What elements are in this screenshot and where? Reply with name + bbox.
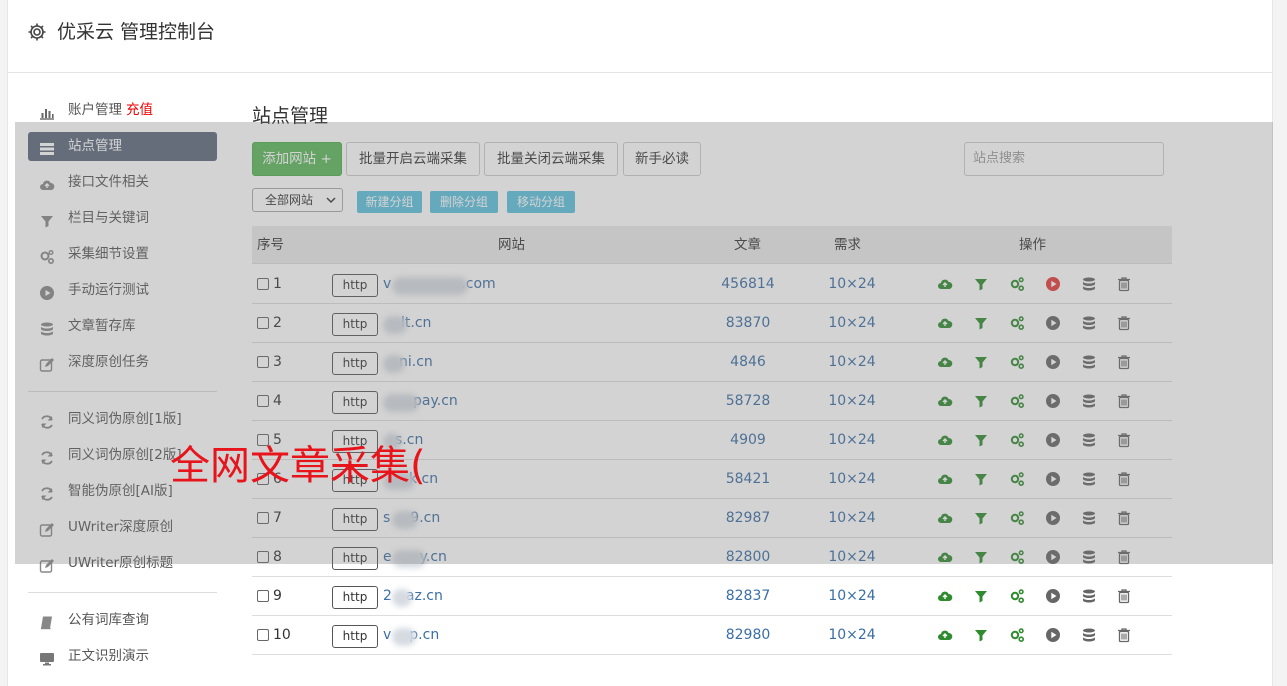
article-count[interactable]: 82980 (698, 616, 798, 655)
play-icon[interactable] (1045, 588, 1061, 604)
header-bar: 优采云 管理控制台 (8, 0, 1272, 73)
sidebar-item-14[interactable]: 公有词库查询 (28, 606, 217, 635)
cloud-upload-icon[interactable] (937, 627, 953, 643)
article-count[interactable]: 82837 (698, 577, 798, 616)
trash-icon[interactable] (1116, 627, 1132, 643)
need-value[interactable]: 10×24 (807, 577, 897, 616)
sidebar-item-15[interactable]: 正文识别演示 (28, 642, 217, 671)
sidebar-item-label: 公有词库查询 (68, 612, 149, 628)
site-prefix: 2 (383, 588, 392, 604)
sidebar-divider (28, 592, 217, 593)
sidebar-item-label: 正文识别演示 (68, 648, 149, 664)
watermark-text: 全网文章采集( (170, 443, 426, 489)
filter-icon[interactable] (973, 588, 989, 604)
row-number: 9 (273, 588, 282, 604)
sidebar-item-1[interactable]: 账户管理 充值 (28, 96, 217, 125)
row-checkbox[interactable] (257, 629, 269, 641)
database-icon[interactable] (1081, 627, 1097, 643)
need-value[interactable]: 10×24 (807, 616, 897, 655)
row-number: 10 (273, 627, 291, 643)
trash-icon[interactable] (1116, 588, 1132, 604)
protocol-badge[interactable]: http (332, 625, 378, 648)
site-prefix: v (383, 627, 392, 643)
table-row: 9 http 2 az.cn 82837 10×24 (252, 577, 1172, 616)
monitor-icon (39, 649, 55, 666)
recharge-link[interactable]: 充值 (126, 102, 153, 118)
gear-icon (28, 23, 46, 41)
row-checkbox[interactable] (257, 590, 269, 602)
gears-icon[interactable] (1009, 588, 1025, 604)
protocol-badge[interactable]: http (332, 586, 378, 609)
redaction-blur (392, 589, 412, 607)
dim-overlay (15, 122, 1273, 564)
table-row: 10 http v p.cn 82980 10×24 (252, 616, 1172, 655)
redaction-blur (392, 628, 416, 646)
filter-icon[interactable] (973, 627, 989, 643)
cloud-upload-icon[interactable] (937, 588, 953, 604)
play-icon[interactable] (1045, 627, 1061, 643)
sidebar-item-label: 账户管理 (68, 102, 122, 118)
bar-chart-icon (39, 103, 55, 120)
gears-icon[interactable] (1009, 627, 1025, 643)
page-title: 优采云 管理控制台 (57, 21, 216, 43)
book-icon (39, 613, 55, 630)
database-icon[interactable] (1081, 588, 1097, 604)
